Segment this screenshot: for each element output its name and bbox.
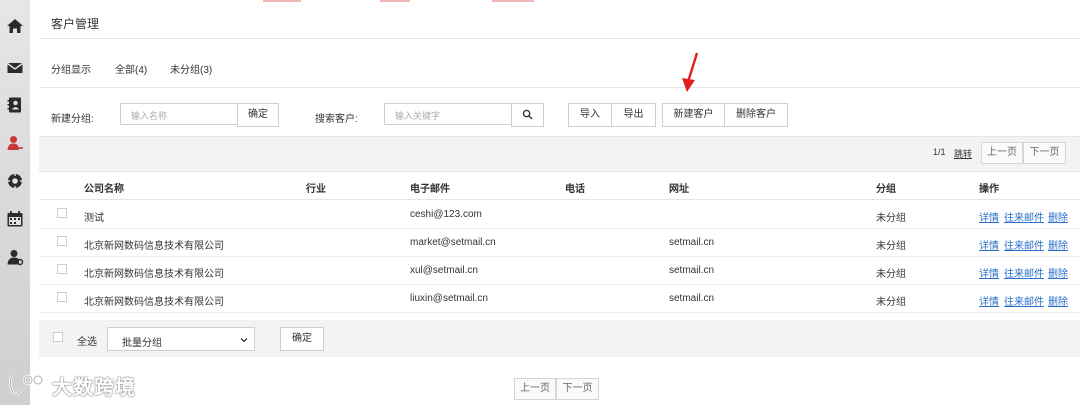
filter-ungrouped[interactable]: 未分组(3) <box>170 61 212 76</box>
new-customer-button[interactable]: 新建客户 <box>662 103 725 127</box>
company-cell: 北京新网数码信息技术有限公司 <box>84 241 224 252</box>
detail-link[interactable]: 详情 <box>979 237 999 252</box>
batch-confirm-button[interactable]: 确定 <box>280 327 324 351</box>
email-cell: xul@setmail.cn <box>410 265 478 276</box>
search-placeholder: 输入关键字 <box>395 111 441 121</box>
row-checkbox[interactable] <box>57 264 67 274</box>
select-all-checkbox[interactable] <box>53 332 63 342</box>
delete-customer-button[interactable]: 删除客户 <box>724 103 788 127</box>
new-group-label: 新建分组: <box>51 114 94 125</box>
search-input[interactable]: 输入关键字 <box>384 103 512 125</box>
bottom-next-page-button[interactable]: 下一页 <box>556 378 599 400</box>
title-bar: 客户管理 <box>39 0 1080 39</box>
group-filter-bar: 分组显示 全部(4) 未分组(3) <box>39 39 1080 88</box>
filter-all[interactable]: 全部(4) <box>115 61 147 76</box>
search-icon <box>522 109 533 120</box>
batch-group-value: 批量分组 <box>122 338 162 349</box>
select-all-label: 全选 <box>77 337 97 348</box>
col-actions: 操作 <box>979 184 999 195</box>
col-company: 公司名称 <box>84 184 124 195</box>
main-panel: 客户管理 分组显示 全部(4) 未分组(3) 新建分组: 输入名称 确定 搜索客… <box>39 0 1080 405</box>
settings-icon[interactable] <box>6 172 24 190</box>
delete-link[interactable]: 删除 <box>1048 293 1068 308</box>
email-cell: market@setmail.cn <box>410 237 496 248</box>
col-email: 电子邮件 <box>410 184 450 195</box>
table-row: 北京新网数码信息技术有限公司 market@setmail.cn setmail… <box>39 228 1080 257</box>
next-page-button[interactable]: 下一页 <box>1023 142 1066 164</box>
row-checkbox[interactable] <box>57 292 67 302</box>
prev-page-button[interactable]: 上一页 <box>981 142 1023 164</box>
delete-link[interactable]: 删除 <box>1048 209 1068 224</box>
pager-bar: 1/1 跳转 上一页 下一页 <box>39 137 1080 172</box>
table-row: 测试 ceshi@123.com 未分组 详情 往来邮件 删除 <box>39 200 1080 229</box>
col-website: 网址 <box>669 184 689 195</box>
row-checkbox[interactable] <box>57 208 67 218</box>
mail-history-link[interactable]: 往来邮件 <box>1004 237 1044 252</box>
delete-link[interactable]: 删除 <box>1048 237 1068 252</box>
company-cell: 测试 <box>84 213 104 224</box>
mail-icon[interactable] <box>6 59 24 77</box>
batch-group-select[interactable]: 批量分组 <box>107 327 255 351</box>
company-cell: 北京新网数码信息技术有限公司 <box>84 297 224 308</box>
website-cell: setmail.cn <box>669 265 715 276</box>
batch-action-bar: 全选 批量分组 确定 <box>39 320 1080 357</box>
col-industry: 行业 <box>306 184 326 195</box>
calendar-icon[interactable] <box>6 210 24 228</box>
jump-link[interactable]: 跳转 <box>954 147 972 160</box>
search-button[interactable] <box>511 103 544 127</box>
row-checkbox[interactable] <box>57 236 67 246</box>
detail-link[interactable]: 详情 <box>979 209 999 224</box>
group-name-input[interactable]: 输入名称 <box>120 103 238 125</box>
website-cell: setmail.cn <box>669 237 715 248</box>
col-phone: 电话 <box>565 184 585 195</box>
group-name-placeholder: 输入名称 <box>131 111 168 121</box>
search-customer-label: 搜索客户: <box>315 114 358 125</box>
website-cell: setmail.cn <box>669 293 715 304</box>
import-button[interactable]: 导入 <box>568 103 612 127</box>
watermark: 大数跨境 <box>6 371 135 399</box>
user-admin-icon[interactable] <box>6 248 24 266</box>
delete-link[interactable]: 删除 <box>1048 265 1068 280</box>
page-title: 客户管理 <box>51 17 100 31</box>
col-group: 分组 <box>876 184 896 195</box>
sidebar <box>0 0 30 405</box>
watermark-logo-icon <box>8 374 44 395</box>
filter-group-display[interactable]: 分组显示 <box>51 61 91 76</box>
export-button[interactable]: 导出 <box>611 103 656 127</box>
chevron-down-icon <box>240 338 248 343</box>
mail-history-link[interactable]: 往来邮件 <box>1004 265 1044 280</box>
table-header: 公司名称 行业 电子邮件 电话 网址 分组 操作 <box>39 172 1080 200</box>
mail-history-link[interactable]: 往来邮件 <box>1004 209 1044 224</box>
customer-icon[interactable] <box>6 134 24 152</box>
confirm-group-button[interactable]: 确定 <box>237 103 279 127</box>
mail-history-link[interactable]: 往来邮件 <box>1004 293 1044 308</box>
table-row: 北京新网数码信息技术有限公司 liuxin@setmail.cn setmail… <box>39 284 1080 313</box>
page-info: 1/1 <box>933 147 946 157</box>
annotation-arrow-icon <box>682 52 699 92</box>
bottom-prev-page-button[interactable]: 上一页 <box>514 378 556 400</box>
group-cell: 未分组 <box>876 241 906 252</box>
detail-link[interactable]: 详情 <box>979 293 999 308</box>
contacts-icon[interactable] <box>6 96 24 114</box>
group-cell: 未分组 <box>876 213 906 224</box>
table-row: 北京新网数码信息技术有限公司 xul@setmail.cn setmail.cn… <box>39 256 1080 285</box>
home-icon[interactable] <box>6 17 24 35</box>
detail-link[interactable]: 详情 <box>979 265 999 280</box>
watermark-text: 大数跨境 <box>52 377 136 399</box>
email-cell: liuxin@setmail.cn <box>410 293 488 304</box>
toolbar: 新建分组: 输入名称 确定 搜索客户: 输入关键字 导入 导出 新建客户 删除客… <box>39 88 1080 137</box>
email-cell: ceshi@123.com <box>410 209 482 220</box>
group-cell: 未分组 <box>876 269 906 280</box>
group-cell: 未分组 <box>876 297 906 308</box>
company-cell: 北京新网数码信息技术有限公司 <box>84 269 224 280</box>
